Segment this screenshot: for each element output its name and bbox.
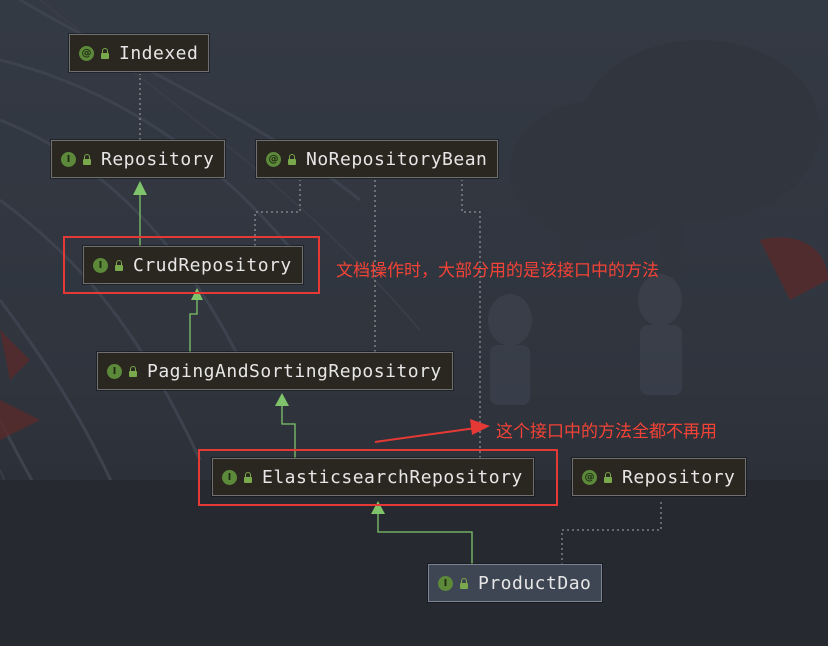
public-visibility-icon	[128, 365, 137, 377]
public-visibility-icon	[459, 577, 468, 589]
annotation-type-icon: @	[79, 45, 94, 61]
public-visibility-icon	[100, 47, 109, 59]
interface-type-icon: I	[61, 151, 76, 167]
node-productdao[interactable]: I ProductDao	[428, 564, 603, 602]
node-label: Repository	[622, 466, 736, 488]
annotation-type-icon: @	[582, 469, 597, 485]
public-visibility-icon	[287, 153, 296, 165]
highlight-box-elasticsearchrepository	[198, 449, 558, 506]
node-label: ProductDao	[478, 572, 592, 594]
node-label: Indexed	[119, 42, 199, 64]
interface-type-icon: I	[107, 363, 122, 379]
node-norepositorybean[interactable]: @ NoRepositoryBean	[256, 140, 499, 178]
interface-type-icon: I	[438, 575, 453, 591]
node-repository[interactable]: I Repository	[51, 140, 226, 178]
arrowhead-paging	[275, 393, 289, 406]
node-label: PagingAndSortingRepository	[147, 360, 442, 382]
edge-productdao-elastic	[377, 512, 473, 565]
edge-paging-crud	[189, 298, 198, 352]
connectors	[133, 74, 662, 565]
annotation-crud-note: 文档操作时，大部分用的是该接口中的方法	[336, 261, 659, 281]
node-indexed[interactable]: @ Indexed	[69, 34, 210, 72]
node-pagingandsortingrepository[interactable]: I PagingAndSortingRepository	[97, 352, 453, 390]
arrowhead-repository	[133, 181, 147, 195]
annotation-elastic-note: 这个接口中的方法全都不再用	[496, 422, 717, 442]
node-label: Repository	[101, 148, 215, 170]
node-repository-annotation[interactable]: @ Repository	[572, 458, 747, 496]
public-visibility-icon	[603, 471, 612, 483]
node-label: NoRepositoryBean	[306, 148, 488, 170]
public-visibility-icon	[82, 153, 91, 165]
edge-elastic-norepositorybean	[461, 180, 481, 458]
annotation-type-icon: @	[266, 151, 281, 167]
uml-diagram: @ Indexed I Repository @ NoRepositoryBea…	[0, 0, 828, 646]
annotation-arrow-line	[374, 427, 477, 443]
edge-productdao-repository-annotation	[561, 500, 662, 565]
highlight-box-crudrepository	[63, 236, 320, 294]
